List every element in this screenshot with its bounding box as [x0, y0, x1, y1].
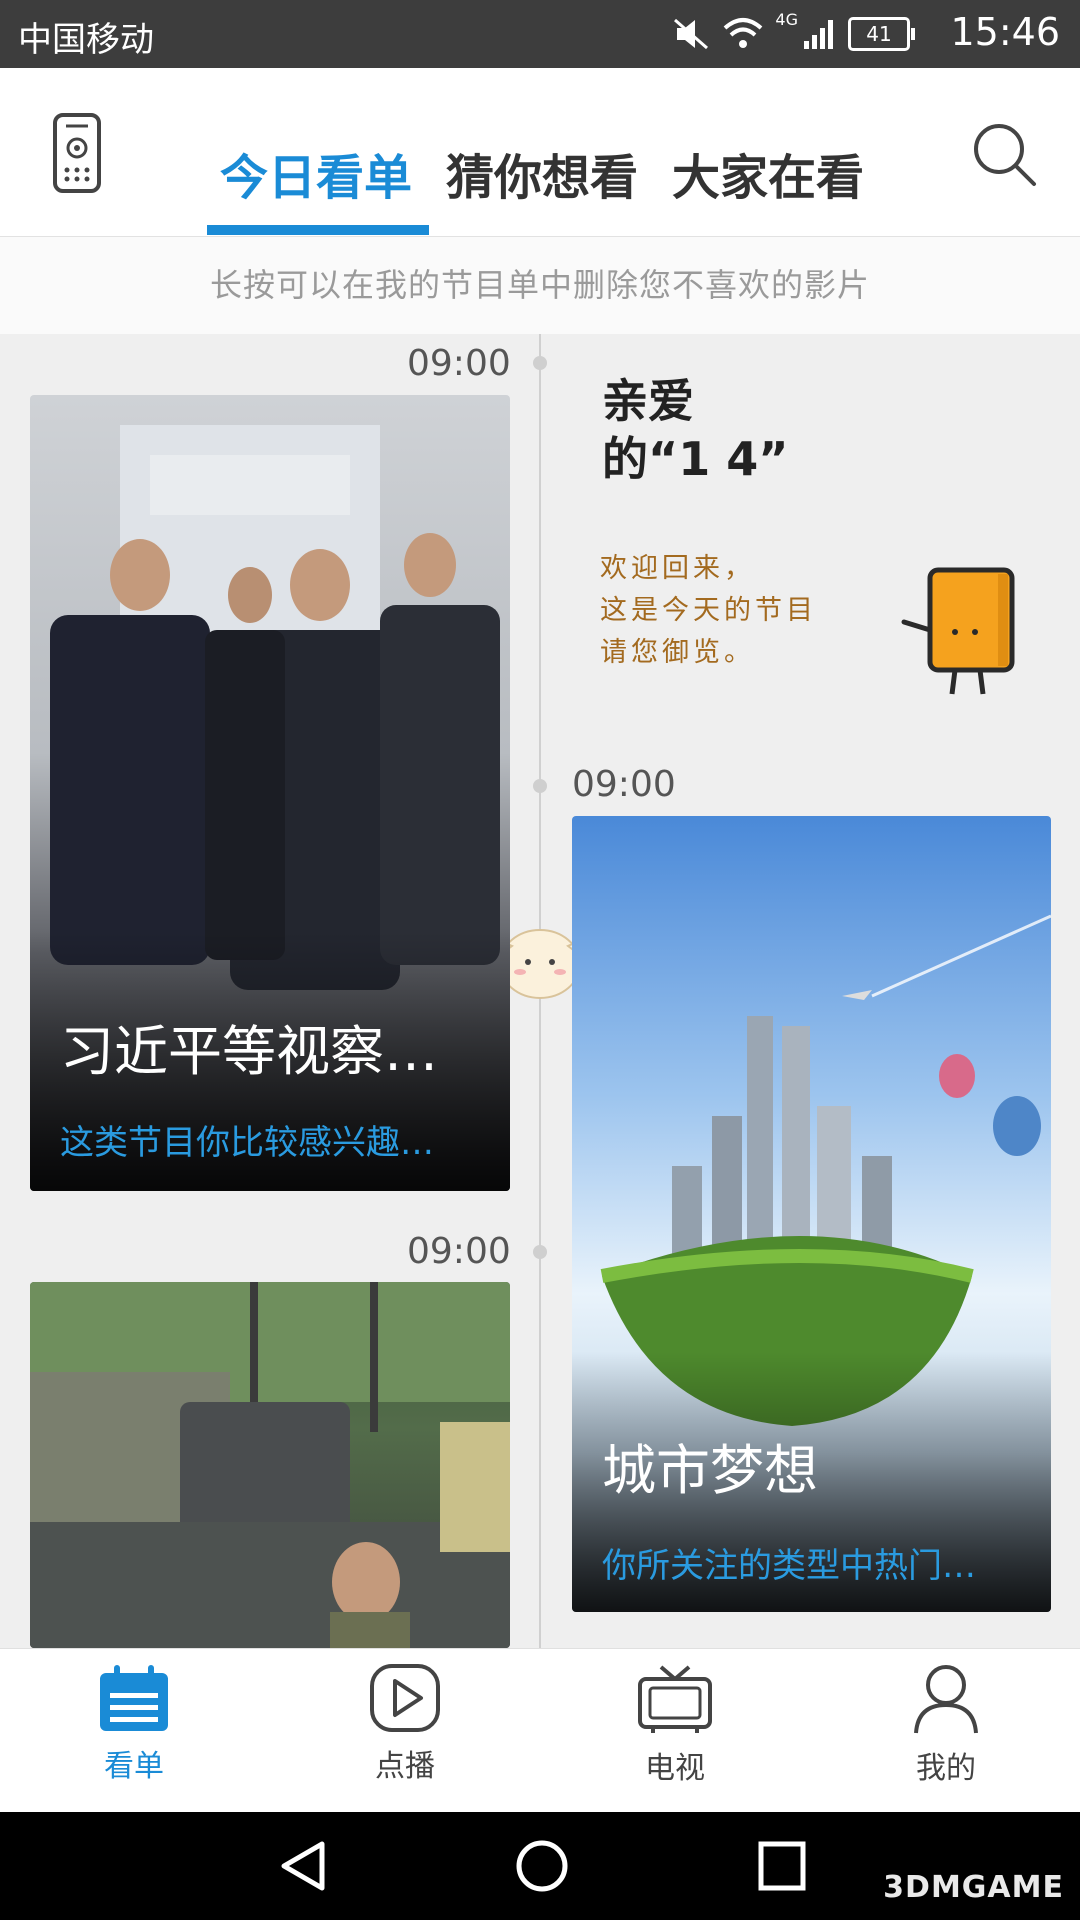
welcome-title: 亲爱 的“1 4” [602, 372, 1022, 488]
nav-label: 点播 [375, 1749, 435, 1784]
card-title: 习近平等视察… [60, 1020, 438, 1083]
tab-popular[interactable]: 大家在看 [672, 138, 864, 208]
welcome-message: 欢迎回来， 这是今天的节目 请您御览。 [600, 548, 817, 674]
card-title: 城市梦想 [602, 1439, 818, 1502]
timeline-dot [533, 1245, 547, 1259]
tab-bar: 今日看单 猜你想看 大家在看 [220, 138, 864, 208]
status-bar: 中国移动 4G 41 15:46 [0, 0, 1080, 68]
welcome-message-line: 欢迎回来， [600, 553, 755, 584]
mute-icon [674, 18, 709, 50]
nav-label: 电视 [645, 1751, 705, 1786]
program-card[interactable] [30, 1282, 510, 1648]
card-photo [30, 1282, 510, 1648]
card-subtitle: 这类节目你比较感兴趣… [60, 1123, 434, 1163]
timeline-dot [533, 356, 547, 370]
wifi-icon [724, 18, 763, 48]
welcome-message-line: 这是今天的节目 [600, 595, 817, 626]
back-icon[interactable] [276, 1838, 328, 1898]
play-icon [370, 1664, 440, 1732]
tab-today[interactable]: 今日看单 [220, 138, 412, 208]
welcome-title-line: 的“1 4” [602, 432, 789, 486]
watermark: 3DMGAME [883, 1870, 1064, 1905]
calendar-icon [100, 1665, 168, 1731]
search-icon[interactable] [970, 120, 1038, 192]
time-label: 09:00 [407, 343, 511, 384]
tv-icon [638, 1665, 712, 1733]
mascot-illustration [900, 560, 1030, 704]
battery-level: 41 [866, 22, 892, 46]
remote-control-icon[interactable] [52, 112, 102, 198]
nav-label: 我的 [916, 1751, 976, 1786]
recents-icon[interactable] [756, 1838, 808, 1898]
program-card[interactable]: 城市梦想 你所关注的类型中热门… [572, 816, 1051, 1612]
clock: 15:46 [950, 10, 1060, 54]
time-label: 09:00 [572, 764, 676, 805]
nav-label: 看单 [104, 1749, 164, 1784]
card-subtitle: 你所关注的类型中热门… [602, 1546, 976, 1586]
battery-icon: 41 [848, 17, 915, 51]
signal-icon [804, 20, 833, 49]
home-icon[interactable] [514, 1838, 570, 1898]
tab-indicator [207, 225, 429, 235]
nav-item-vod[interactable]: 点播 [335, 1663, 475, 1785]
network-type-label: 4G [775, 10, 798, 29]
user-icon [914, 1665, 978, 1734]
time-label: 09:00 [407, 1231, 511, 1272]
carrier-label: 中国移动 [18, 20, 154, 60]
timeline-dot [533, 779, 547, 793]
nav-item-profile[interactable]: 我的 [876, 1663, 1016, 1787]
welcome-title-line: 亲爱 [602, 374, 694, 428]
tab-guess[interactable]: 猜你想看 [446, 138, 638, 208]
header: 今日看单 猜你想看 大家在看 [0, 68, 1080, 237]
welcome-message-line: 请您御览。 [600, 637, 755, 668]
bottom-nav: 看单 点播 电视 我的 [0, 1648, 1080, 1813]
nav-item-watchlist[interactable]: 看单 [64, 1663, 204, 1785]
status-icons: 4G 41 [671, 10, 915, 58]
hint-text: 长按可以在我的节目单中删除您不喜欢的影片 [0, 237, 1080, 334]
program-card[interactable]: 习近平等视察… 这类节目你比较感兴趣… [30, 395, 510, 1191]
nav-item-tv[interactable]: 电视 [605, 1663, 745, 1787]
